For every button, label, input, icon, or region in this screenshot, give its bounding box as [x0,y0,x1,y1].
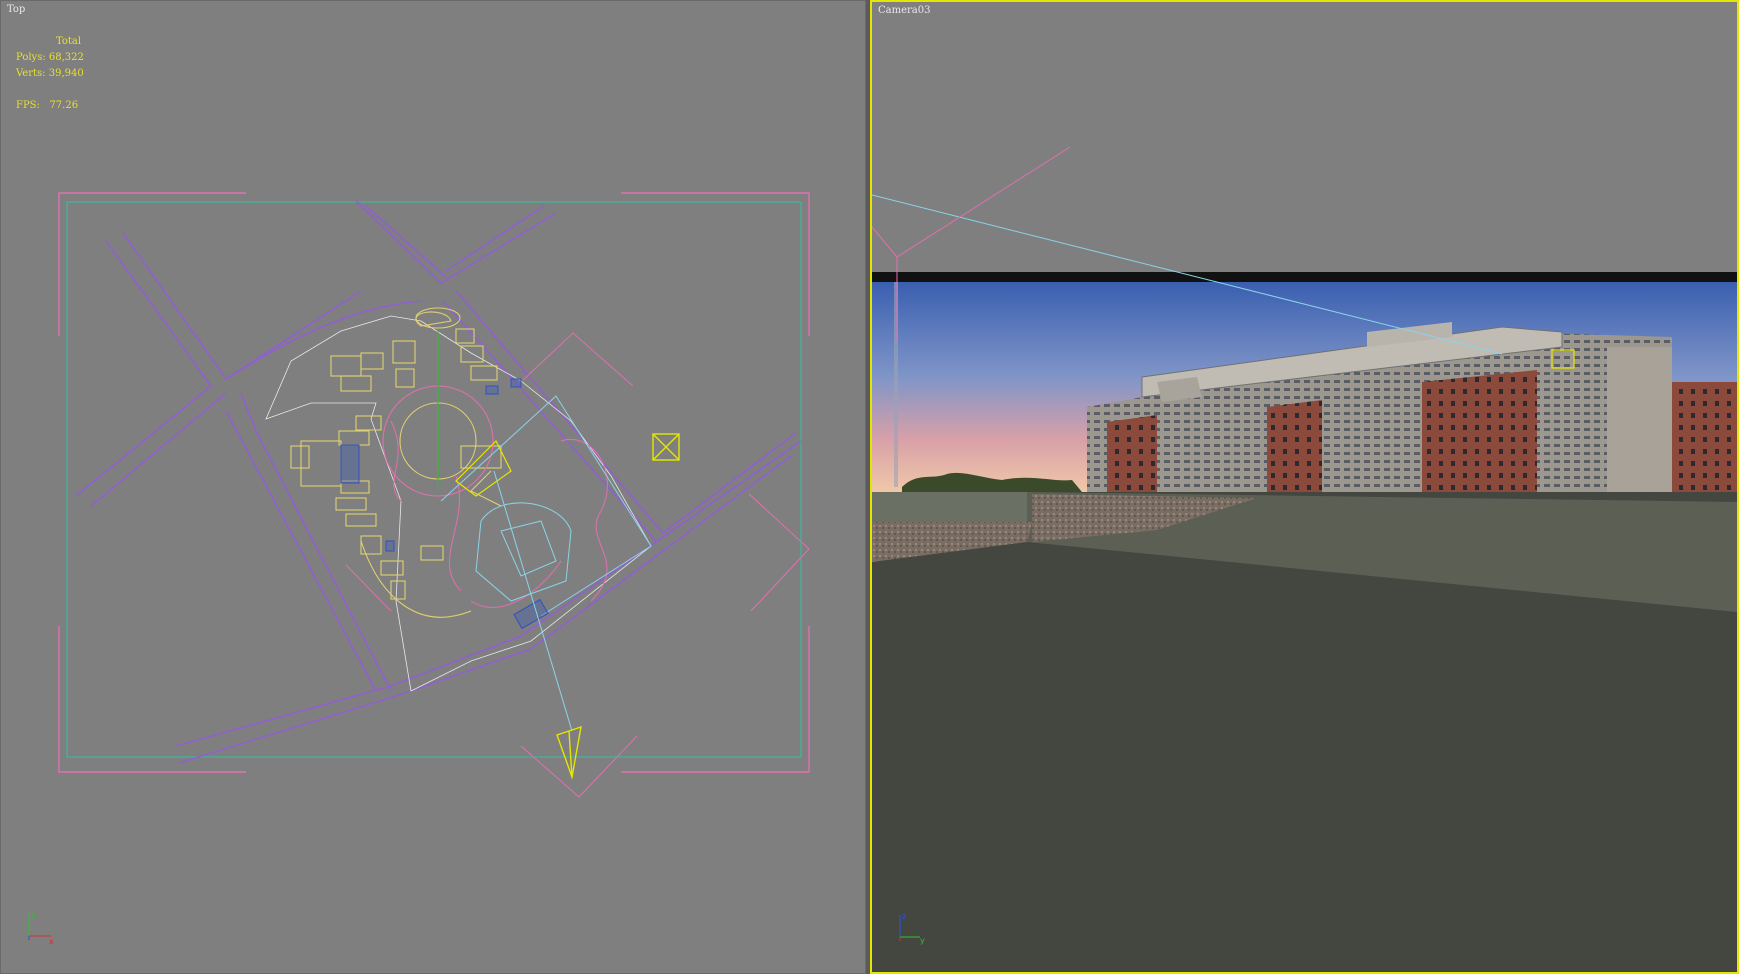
axis-tripod-icon: y z [899,912,925,945]
axis-x-label: x [49,937,54,946]
letterbox-top [872,272,1737,282]
axis-z-label: z [902,912,906,921]
site-boundary [66,201,802,758]
camera-frustum [345,332,810,798]
camera-target-line [493,470,573,732]
site-outline [265,315,652,692]
ground-ledge [872,492,1032,522]
box-light-icon[interactable] [652,433,680,461]
axis-y-label: y [920,936,925,945]
camera-frustum-edge [872,226,898,258]
axis-tripod-icon: x y [28,911,54,946]
safe-frame [58,192,810,773]
top-viewport[interactable]: Top Total Polys: 68,322 Verts: 39,940 FP… [0,0,866,974]
axis-y-label: y [31,911,36,920]
buildings [290,307,502,618]
camera-viewport[interactable]: Camera03 y z [870,0,1739,974]
camera-cone-icon[interactable] [556,725,582,780]
top-site-plan[interactable] [1,1,866,974]
camera-render[interactable] [872,2,1737,972]
